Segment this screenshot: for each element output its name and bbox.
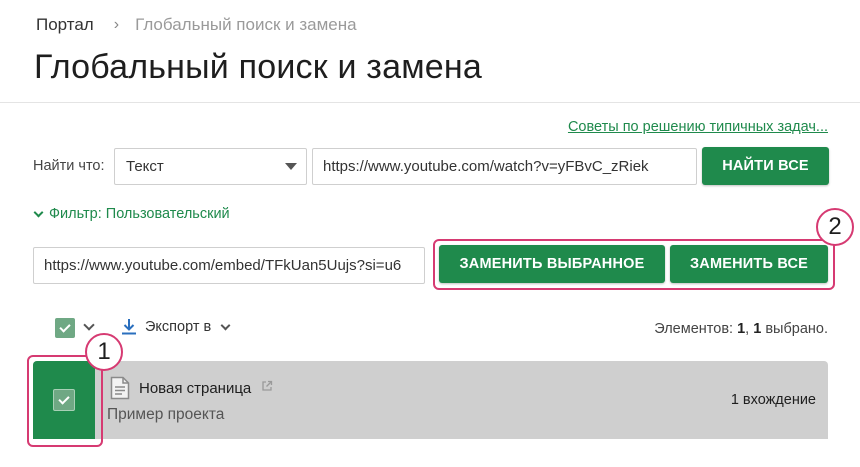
document-icon [110,376,130,400]
filter-toggle[interactable]: Фильтр: Пользовательский [33,206,230,222]
breadcrumb-current: Глобальный поиск и замена [135,15,357,34]
breadcrumb-separator-icon: › [113,16,120,33]
row-select-cell[interactable] [33,361,95,439]
annotation-badge-1: 1 [85,333,123,371]
external-link-icon[interactable] [261,380,273,392]
page-title: Глобальный поиск и замена [34,48,482,86]
check-icon [59,320,71,333]
search-type-select[interactable]: Текст [114,148,307,185]
filter-label: Фильтр: Пользовательский [49,206,230,222]
check-icon [58,392,70,405]
result-project: Пример проекта [107,406,225,423]
result-title-link[interactable]: Новая страница [139,380,251,397]
chevron-down-icon [220,320,231,330]
find-all-button[interactable]: НАЙТИ ВСЕ [702,147,829,185]
download-icon [122,319,136,335]
export-label: Экспорт в [145,319,212,335]
find-input[interactable] [312,148,697,185]
header-divider [0,102,860,103]
result-occurrences: 1 вхождение [730,392,816,408]
items-count: Элементов: 1, 1 выбрано. [654,321,828,337]
count-prefix: Элементов: [654,321,738,337]
count-total: 1 [737,321,746,337]
replace-input[interactable] [33,247,425,284]
replace-all-button[interactable]: ЗАМЕНИТЬ ВСЕ [670,245,828,283]
chevron-down-icon [33,207,44,217]
count-suffix: выбрано. [761,321,828,337]
select-options-chevron-icon[interactable] [83,319,95,331]
breadcrumb: Портал › Глобальный поиск и замена [36,15,357,35]
tips-link[interactable]: Советы по решению типичных задач... [568,119,828,135]
find-label: Найти что: [33,158,105,174]
search-type-value: Текст [126,158,164,175]
caret-down-icon [285,163,297,170]
select-all-checkbox[interactable] [55,318,75,338]
breadcrumb-home-link[interactable]: Портал [36,15,94,35]
result-row[interactable]: Новая страница Пример проекта 1 вхождени… [33,361,828,439]
annotation-badge-2: 2 [816,208,854,246]
export-button[interactable]: Экспорт в [121,318,231,336]
row-checkbox[interactable] [53,389,75,411]
replace-selected-button[interactable]: ЗАМЕНИТЬ ВЫБРАННОЕ [439,245,665,283]
